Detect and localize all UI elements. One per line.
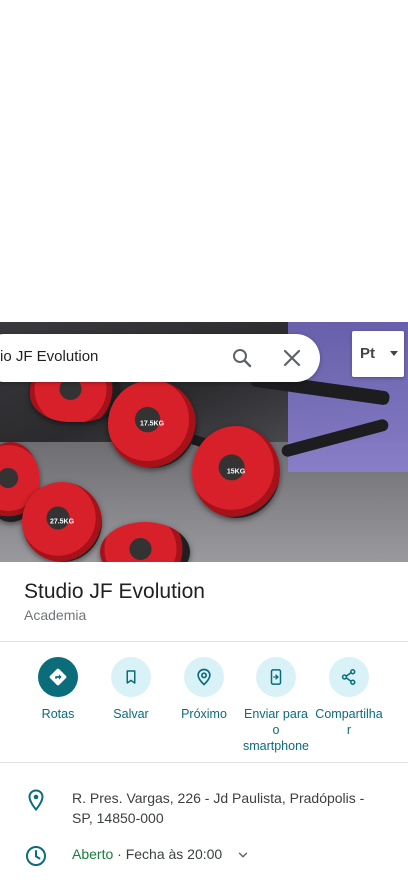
plate-label: 27.5KG: [49, 518, 75, 526]
place-title: Studio JF Evolution: [24, 580, 205, 603]
directions-label: Rotas: [41, 707, 75, 721]
hours-row[interactable]: Aberto · Fecha às 20:00: [72, 846, 250, 862]
label-line: o: [272, 723, 280, 737]
clock-icon: [26, 846, 46, 866]
location-pin-icon: [28, 789, 44, 812]
label-line: Compartilha: [315, 707, 383, 721]
hours-status: Aberto: [72, 846, 114, 862]
chevron-down-icon[interactable]: [236, 848, 250, 862]
directions-button[interactable]: Rotas: [22, 657, 94, 722]
send-to-phone-button[interactable]: Enviar para o smartphone: [240, 657, 312, 754]
place-page: 17.5KG 15KG 27.5KG io JF Evolution Pt St…: [0, 0, 408, 884]
weight-plate: 27.5KG: [22, 482, 102, 562]
hours-close: Fecha às 20:00: [125, 846, 223, 862]
label-line: r: [346, 723, 352, 737]
nearby-label: Próximo: [181, 707, 227, 721]
translate-label: Pt: [360, 345, 375, 362]
chevron-down-icon: [390, 351, 398, 356]
search-icon[interactable]: [230, 346, 254, 370]
nearby-button[interactable]: Próximo: [168, 657, 240, 722]
close-icon[interactable]: [280, 346, 304, 370]
divider: [0, 762, 408, 763]
search-query[interactable]: io JF Evolution: [0, 348, 98, 365]
send-to-phone-icon: [256, 657, 296, 697]
weight-plate: 17.5KG: [108, 380, 196, 468]
directions-icon: [38, 657, 78, 697]
share-icon: [329, 657, 369, 697]
send-to-phone-label: Enviar para o smartphone: [240, 706, 312, 754]
search-bar[interactable]: io JF Evolution: [0, 334, 320, 382]
save-button[interactable]: Salvar: [95, 657, 167, 722]
place-category[interactable]: Academia: [24, 607, 86, 623]
bookmark-icon: [111, 657, 151, 697]
label-line: Enviar para: [244, 707, 308, 721]
address-line: SP, 14850-000: [72, 810, 164, 826]
plate-label: 15KG: [226, 468, 246, 476]
translate-button[interactable]: Pt: [352, 331, 404, 377]
share-button[interactable]: Compartilha r: [313, 657, 385, 738]
divider: [0, 641, 408, 642]
share-label: Compartilha r: [313, 706, 385, 738]
weight-plate: 15KG: [192, 426, 280, 518]
nearby-icon: [184, 657, 224, 697]
address-text[interactable]: R. Pres. Vargas, 226 - Jd Paulista, Prad…: [72, 788, 392, 828]
label-line: smartphone: [242, 739, 309, 753]
hours-separator: ·: [113, 846, 126, 862]
save-label: Salvar: [113, 707, 149, 721]
plate-label: 17.5KG: [139, 420, 165, 428]
address-line: R. Pres. Vargas, 226 - Jd Paulista, Prad…: [72, 790, 365, 806]
